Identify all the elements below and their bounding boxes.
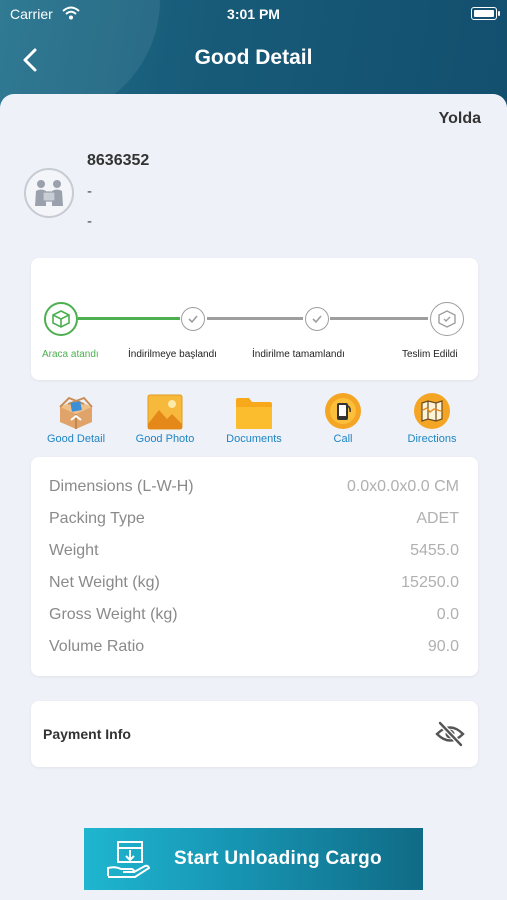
step-unloading-started	[181, 307, 205, 331]
detail-value: ADET	[416, 510, 459, 527]
documents-label: Documents	[226, 433, 282, 445]
status-bar: Carrier 3:01 PM	[0, 0, 507, 28]
step-label-unloading-started: İndirilmeye başlandı	[128, 349, 217, 360]
good-photo-button[interactable]: Good Photo	[120, 392, 210, 445]
start-unloading-button[interactable]: Start Unloading Cargo	[84, 828, 423, 890]
documents-button[interactable]: Documents	[209, 392, 299, 445]
photo-icon	[147, 394, 183, 430]
detail-value: 0.0x0.0x0.0 CM	[346, 478, 459, 495]
good-detail-button[interactable]: Good Detail	[31, 392, 121, 445]
good-detail-label: Good Detail	[46, 433, 106, 445]
step-assigned	[44, 302, 78, 336]
detail-key: Dimensions (L-W-H)	[49, 478, 194, 495]
unload-box-icon	[107, 841, 151, 878]
directions-button[interactable]: Directions	[387, 392, 477, 445]
detail-value: 90.0	[427, 638, 459, 655]
detail-row-volume-ratio: Volume Ratio 90.0	[49, 638, 459, 662]
progress-line-pending	[330, 317, 428, 320]
check-icon	[188, 315, 198, 324]
detail-value: 0.0	[436, 606, 459, 623]
battery-icon	[471, 7, 500, 20]
eye-off-icon[interactable]	[434, 720, 466, 748]
detail-row-net-weight: Net Weight (kg) 15250.0	[49, 574, 459, 598]
step-label-assigned: Araca atandı	[42, 349, 99, 360]
detail-key: Volume Ratio	[49, 638, 145, 655]
box-icon	[52, 310, 70, 328]
detail-row-packing-type: Packing Type ADET	[49, 510, 459, 534]
call-button[interactable]: Call	[298, 392, 388, 445]
shipment-line-1: -	[87, 183, 92, 200]
detail-row-dimensions: Dimensions (L-W-H) 0.0x0.0x0.0 CM	[49, 478, 459, 502]
people-carry-icon	[35, 180, 63, 206]
detail-key: Packing Type	[49, 510, 145, 527]
shipment-line-2: -	[87, 213, 92, 230]
map-icon	[414, 393, 450, 429]
folder-icon	[236, 398, 272, 429]
package-icon	[59, 396, 93, 429]
detail-key: Net Weight (kg)	[49, 574, 160, 591]
detail-key: Gross Weight (kg)	[49, 606, 178, 623]
progress-line-done	[78, 317, 180, 320]
check-icon	[312, 315, 322, 324]
start-unloading-label: Start Unloading Cargo	[174, 848, 382, 869]
directions-label: Directions	[407, 433, 457, 445]
call-label: Call	[333, 433, 353, 445]
shipment-status: Yolda	[438, 110, 481, 127]
step-label-unloading-completed: İndirilme tamamlandı	[252, 349, 345, 360]
detail-value: 15250.0	[401, 574, 459, 591]
detail-row-gross-weight: Gross Weight (kg) 0.0	[49, 606, 459, 630]
progress-line-pending	[207, 317, 303, 320]
clock: 3:01 PM	[227, 6, 280, 22]
detail-key: Weight	[49, 542, 99, 559]
box-check-icon	[438, 310, 456, 328]
step-label-delivered: Teslim Edildi	[402, 349, 458, 360]
page-title: Good Detail	[194, 46, 313, 69]
good-photo-label: Good Photo	[135, 433, 195, 445]
payment-info-label: Payment Info	[43, 726, 131, 742]
detail-row-weight: Weight 5455.0	[49, 542, 459, 566]
avatar	[24, 168, 74, 218]
detail-value: 5455.0	[410, 542, 459, 559]
step-delivered	[430, 302, 464, 336]
step-unloading-completed	[305, 307, 329, 331]
shipment-id: 8636352	[87, 152, 150, 169]
phone-icon	[325, 393, 361, 429]
